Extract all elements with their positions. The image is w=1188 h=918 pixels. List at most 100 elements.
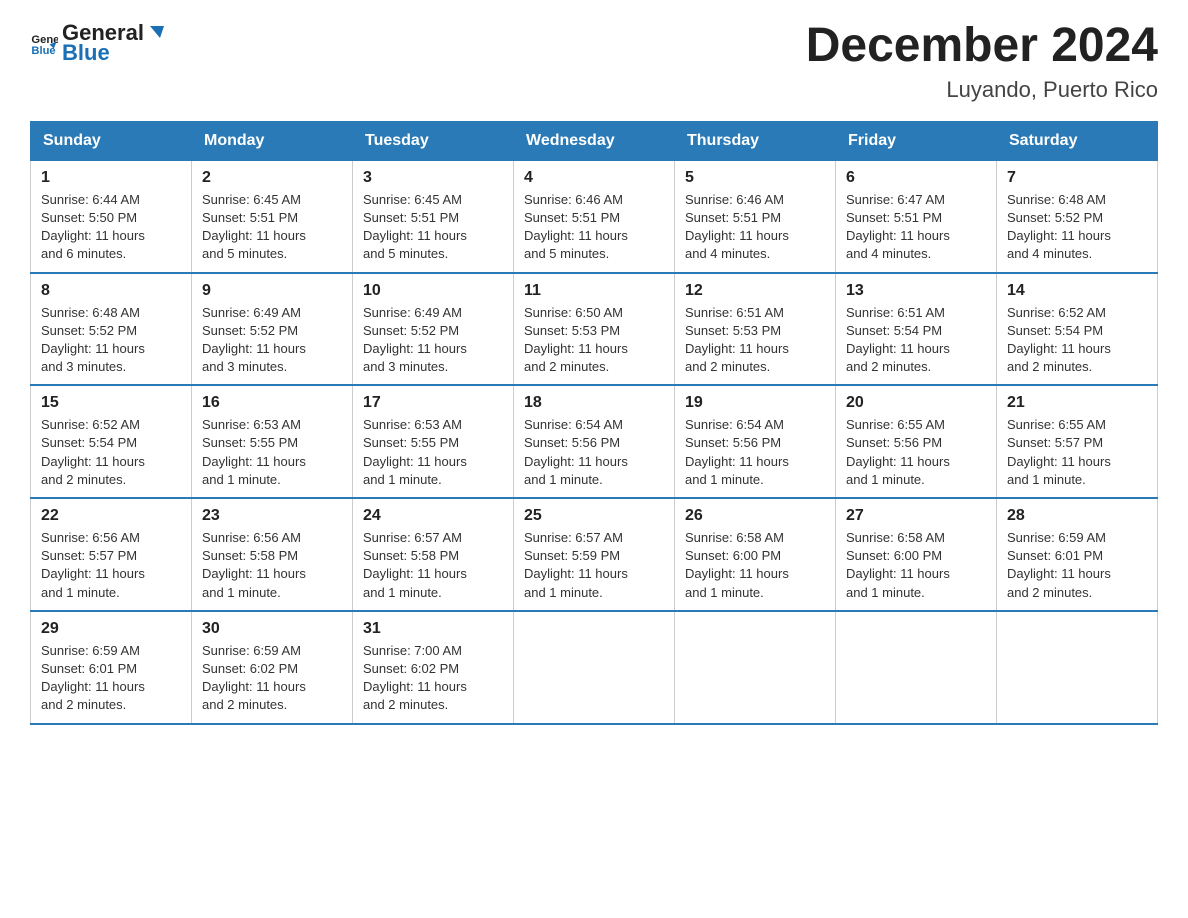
day-info: Sunrise: 6:59 AM Sunset: 6:01 PM Dayligh…	[1007, 530, 1111, 600]
day-info: Sunrise: 6:48 AM Sunset: 5:52 PM Dayligh…	[1007, 192, 1111, 262]
day-info: Sunrise: 6:56 AM Sunset: 5:57 PM Dayligh…	[41, 530, 145, 600]
day-number: 24	[363, 507, 503, 525]
page-subtitle: Luyando, Puerto Rico	[806, 77, 1158, 103]
calendar-cell: 19 Sunrise: 6:54 AM Sunset: 5:56 PM Dayl…	[675, 385, 836, 498]
day-number: 1	[41, 169, 181, 187]
day-number: 16	[202, 394, 342, 412]
calendar-cell: 15 Sunrise: 6:52 AM Sunset: 5:54 PM Dayl…	[31, 385, 192, 498]
calendar-cell: 16 Sunrise: 6:53 AM Sunset: 5:55 PM Dayl…	[192, 385, 353, 498]
calendar-cell: 18 Sunrise: 6:54 AM Sunset: 5:56 PM Dayl…	[514, 385, 675, 498]
day-number: 14	[1007, 282, 1147, 300]
week-row-5: 29 Sunrise: 6:59 AM Sunset: 6:01 PM Dayl…	[31, 611, 1158, 724]
calendar-cell: 14 Sunrise: 6:52 AM Sunset: 5:54 PM Dayl…	[997, 273, 1158, 386]
calendar-cell: 26 Sunrise: 6:58 AM Sunset: 6:00 PM Dayl…	[675, 498, 836, 611]
calendar-cell: 25 Sunrise: 6:57 AM Sunset: 5:59 PM Dayl…	[514, 498, 675, 611]
calendar-cell: 24 Sunrise: 6:57 AM Sunset: 5:58 PM Dayl…	[353, 498, 514, 611]
day-number: 5	[685, 169, 825, 187]
logo-triangle-icon	[146, 22, 164, 40]
day-info: Sunrise: 6:54 AM Sunset: 5:56 PM Dayligh…	[685, 417, 789, 487]
day-number: 11	[524, 282, 664, 300]
day-number: 22	[41, 507, 181, 525]
day-info: Sunrise: 7:00 AM Sunset: 6:02 PM Dayligh…	[363, 643, 467, 713]
header-friday: Friday	[836, 121, 997, 160]
day-number: 6	[846, 169, 986, 187]
calendar-cell: 12 Sunrise: 6:51 AM Sunset: 5:53 PM Dayl…	[675, 273, 836, 386]
day-info: Sunrise: 6:56 AM Sunset: 5:58 PM Dayligh…	[202, 530, 306, 600]
day-info: Sunrise: 6:57 AM Sunset: 5:59 PM Dayligh…	[524, 530, 628, 600]
day-number: 17	[363, 394, 503, 412]
day-info: Sunrise: 6:53 AM Sunset: 5:55 PM Dayligh…	[363, 417, 467, 487]
calendar-cell: 6 Sunrise: 6:47 AM Sunset: 5:51 PM Dayli…	[836, 160, 997, 272]
calendar-cell: 8 Sunrise: 6:48 AM Sunset: 5:52 PM Dayli…	[31, 273, 192, 386]
calendar-cell: 7 Sunrise: 6:48 AM Sunset: 5:52 PM Dayli…	[997, 160, 1158, 272]
day-number: 10	[363, 282, 503, 300]
day-info: Sunrise: 6:46 AM Sunset: 5:51 PM Dayligh…	[685, 192, 789, 262]
week-row-3: 15 Sunrise: 6:52 AM Sunset: 5:54 PM Dayl…	[31, 385, 1158, 498]
logo-icon: General Blue	[30, 29, 58, 57]
day-number: 26	[685, 507, 825, 525]
calendar-cell	[514, 611, 675, 724]
calendar-table: SundayMondayTuesdayWednesdayThursdayFrid…	[30, 121, 1158, 725]
day-info: Sunrise: 6:44 AM Sunset: 5:50 PM Dayligh…	[41, 192, 145, 262]
day-info: Sunrise: 6:58 AM Sunset: 6:00 PM Dayligh…	[846, 530, 950, 600]
calendar-cell: 2 Sunrise: 6:45 AM Sunset: 5:51 PM Dayli…	[192, 160, 353, 272]
logo: General Blue General Blue	[30, 20, 164, 66]
day-info: Sunrise: 6:52 AM Sunset: 5:54 PM Dayligh…	[1007, 305, 1111, 375]
calendar-cell: 28 Sunrise: 6:59 AM Sunset: 6:01 PM Dayl…	[997, 498, 1158, 611]
calendar-cell: 10 Sunrise: 6:49 AM Sunset: 5:52 PM Dayl…	[353, 273, 514, 386]
day-info: Sunrise: 6:49 AM Sunset: 5:52 PM Dayligh…	[202, 305, 306, 375]
calendar-cell: 1 Sunrise: 6:44 AM Sunset: 5:50 PM Dayli…	[31, 160, 192, 272]
day-number: 20	[846, 394, 986, 412]
calendar-cell	[997, 611, 1158, 724]
page-header: General Blue General Blue December 2024 …	[30, 20, 1158, 103]
header-wednesday: Wednesday	[514, 121, 675, 160]
calendar-cell: 9 Sunrise: 6:49 AM Sunset: 5:52 PM Dayli…	[192, 273, 353, 386]
day-number: 27	[846, 507, 986, 525]
week-row-4: 22 Sunrise: 6:56 AM Sunset: 5:57 PM Dayl…	[31, 498, 1158, 611]
calendar-cell: 11 Sunrise: 6:50 AM Sunset: 5:53 PM Dayl…	[514, 273, 675, 386]
calendar-cell: 23 Sunrise: 6:56 AM Sunset: 5:58 PM Dayl…	[192, 498, 353, 611]
page-title: December 2024	[806, 20, 1158, 73]
day-number: 7	[1007, 169, 1147, 187]
day-number: 25	[524, 507, 664, 525]
day-number: 12	[685, 282, 825, 300]
svg-text:Blue: Blue	[31, 45, 55, 57]
day-number: 18	[524, 394, 664, 412]
day-info: Sunrise: 6:45 AM Sunset: 5:51 PM Dayligh…	[202, 192, 306, 262]
calendar-cell	[675, 611, 836, 724]
calendar-cell: 3 Sunrise: 6:45 AM Sunset: 5:51 PM Dayli…	[353, 160, 514, 272]
calendar-cell: 30 Sunrise: 6:59 AM Sunset: 6:02 PM Dayl…	[192, 611, 353, 724]
day-info: Sunrise: 6:47 AM Sunset: 5:51 PM Dayligh…	[846, 192, 950, 262]
day-number: 30	[202, 620, 342, 638]
calendar-cell	[836, 611, 997, 724]
calendar-cell: 5 Sunrise: 6:46 AM Sunset: 5:51 PM Dayli…	[675, 160, 836, 272]
calendar-cell: 27 Sunrise: 6:58 AM Sunset: 6:00 PM Dayl…	[836, 498, 997, 611]
day-number: 15	[41, 394, 181, 412]
calendar-header-row: SundayMondayTuesdayWednesdayThursdayFrid…	[31, 121, 1158, 160]
calendar-cell: 4 Sunrise: 6:46 AM Sunset: 5:51 PM Dayli…	[514, 160, 675, 272]
day-number: 19	[685, 394, 825, 412]
day-info: Sunrise: 6:55 AM Sunset: 5:56 PM Dayligh…	[846, 417, 950, 487]
day-info: Sunrise: 6:51 AM Sunset: 5:54 PM Dayligh…	[846, 305, 950, 375]
day-number: 31	[363, 620, 503, 638]
day-info: Sunrise: 6:57 AM Sunset: 5:58 PM Dayligh…	[363, 530, 467, 600]
week-row-2: 8 Sunrise: 6:48 AM Sunset: 5:52 PM Dayli…	[31, 273, 1158, 386]
day-info: Sunrise: 6:59 AM Sunset: 6:01 PM Dayligh…	[41, 643, 145, 713]
calendar-cell: 13 Sunrise: 6:51 AM Sunset: 5:54 PM Dayl…	[836, 273, 997, 386]
day-info: Sunrise: 6:51 AM Sunset: 5:53 PM Dayligh…	[685, 305, 789, 375]
day-info: Sunrise: 6:50 AM Sunset: 5:53 PM Dayligh…	[524, 305, 628, 375]
header-saturday: Saturday	[997, 121, 1158, 160]
day-info: Sunrise: 6:52 AM Sunset: 5:54 PM Dayligh…	[41, 417, 145, 487]
header-tuesday: Tuesday	[353, 121, 514, 160]
day-info: Sunrise: 6:58 AM Sunset: 6:00 PM Dayligh…	[685, 530, 789, 600]
calendar-cell: 31 Sunrise: 7:00 AM Sunset: 6:02 PM Dayl…	[353, 611, 514, 724]
calendar-cell: 29 Sunrise: 6:59 AM Sunset: 6:01 PM Dayl…	[31, 611, 192, 724]
day-info: Sunrise: 6:46 AM Sunset: 5:51 PM Dayligh…	[524, 192, 628, 262]
day-number: 2	[202, 169, 342, 187]
day-number: 9	[202, 282, 342, 300]
day-info: Sunrise: 6:59 AM Sunset: 6:02 PM Dayligh…	[202, 643, 306, 713]
day-number: 13	[846, 282, 986, 300]
day-info: Sunrise: 6:49 AM Sunset: 5:52 PM Dayligh…	[363, 305, 467, 375]
day-info: Sunrise: 6:53 AM Sunset: 5:55 PM Dayligh…	[202, 417, 306, 487]
day-number: 8	[41, 282, 181, 300]
